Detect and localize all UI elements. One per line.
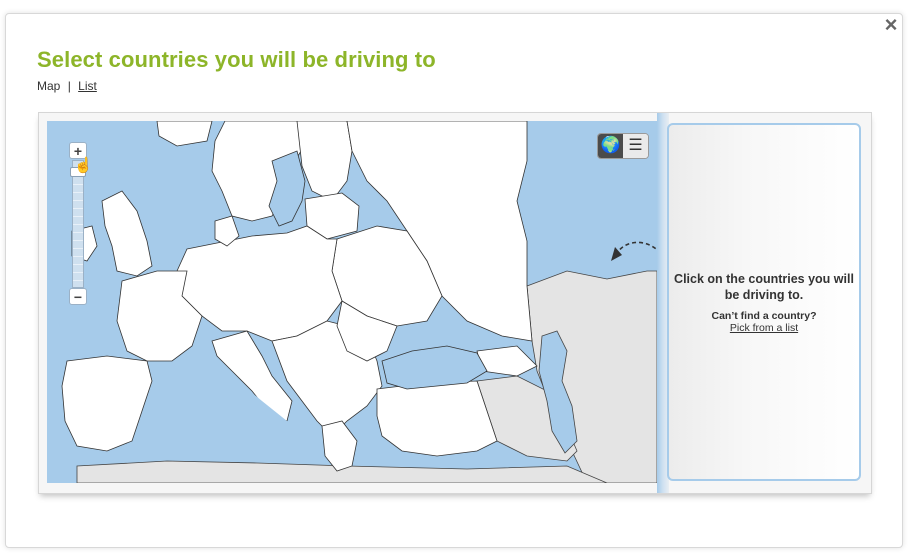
map-view-label: Map <box>37 79 61 93</box>
page-title: Select countries you will be driving to <box>37 47 436 72</box>
turkey <box>376 380 498 457</box>
uk <box>101 190 153 277</box>
instruction-text: Click on the countries you will be drivi… <box>674 272 854 302</box>
globe-icon[interactable]: 🌍 <box>598 134 623 158</box>
side-panel: Click on the countries you will be drivi… <box>667 123 861 481</box>
central-europe <box>176 225 343 342</box>
zoom-slider-track[interactable] <box>72 160 84 288</box>
view-separator: | <box>67 79 71 93</box>
cant-find-text: Can’t find a country? <box>711 310 817 322</box>
iberia <box>61 355 153 452</box>
europe-map[interactable] <box>47 121 657 483</box>
finland-north <box>296 121 353 202</box>
hand-cursor-icon: ☝ <box>74 157 93 174</box>
zoom-out-button[interactable]: − <box>69 288 87 305</box>
list-icon[interactable]: ☰ <box>623 134 648 158</box>
view-switch: Map | List <box>37 79 97 93</box>
pick-from-list-link[interactable]: Pick from a list <box>669 322 859 334</box>
iceland-ish <box>156 121 213 147</box>
view-toggle: 🌍 ☰ <box>597 133 649 159</box>
map-viewport[interactable]: + − ☝ 🌍 ☰ <box>47 121 657 483</box>
map-frame: + − ☝ 🌍 ☰ Click on the countries you wil… <box>38 112 872 494</box>
list-view-link[interactable]: List <box>78 79 97 93</box>
baltic-sea <box>268 150 306 227</box>
close-icon[interactable]: × <box>881 14 901 36</box>
greece <box>321 420 358 472</box>
dashed-arrow-icon <box>611 241 657 261</box>
